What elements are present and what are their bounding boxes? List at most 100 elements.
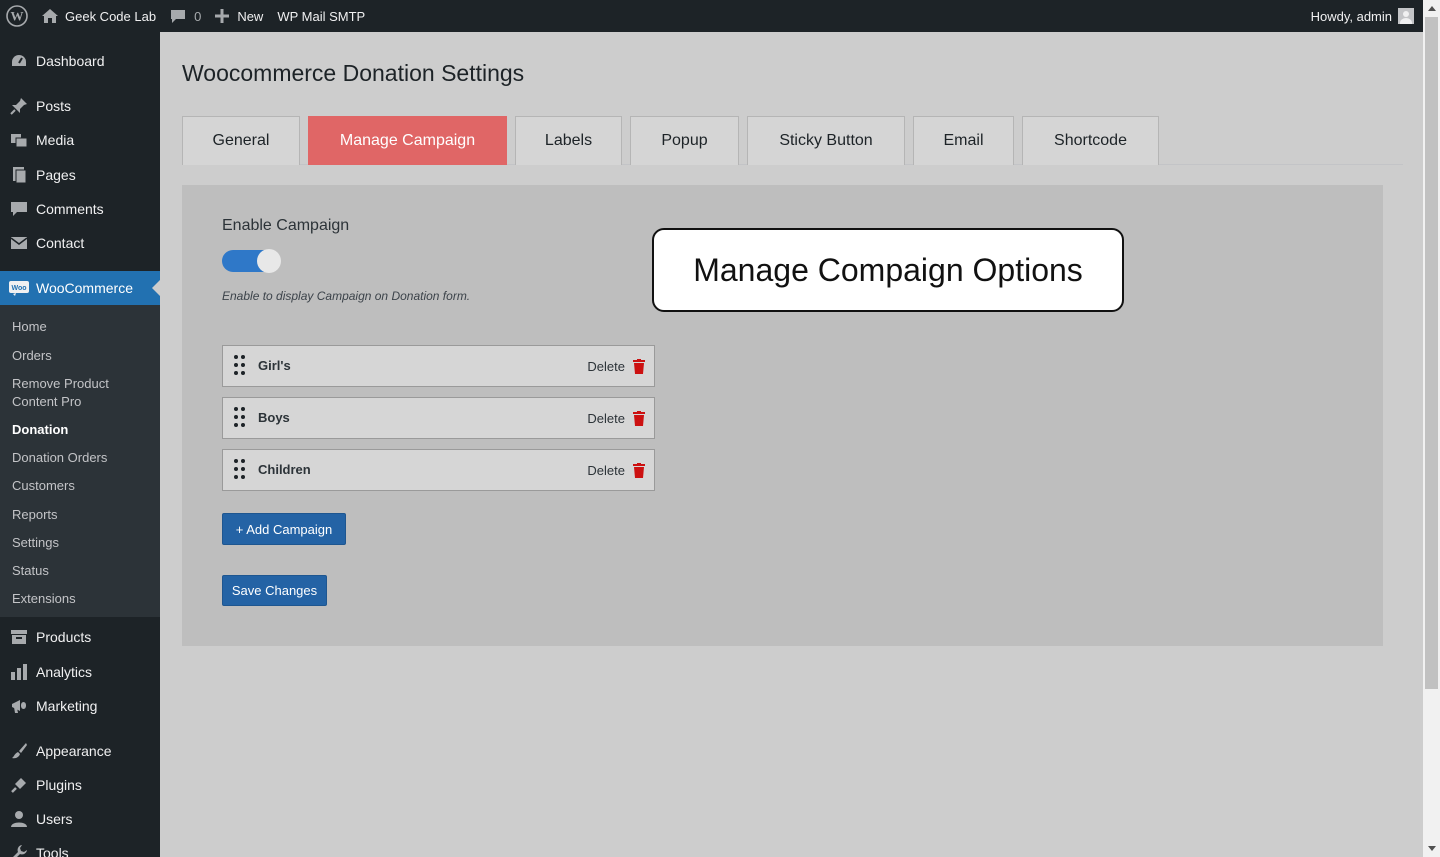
sidebar-item-appearance[interactable]: Appearance <box>0 734 160 768</box>
comment-bubble-icon <box>171 10 186 23</box>
wp-mail-smtp-link[interactable]: WP Mail SMTP <box>270 0 372 32</box>
tab-email[interactable]: Email <box>913 116 1014 165</box>
submenu-item-customers[interactable]: Customers <box>12 477 152 495</box>
campaign-name: Children <box>258 462 311 477</box>
toggle-knob <box>257 249 281 273</box>
sidebar-item-label: Analytics <box>36 664 93 680</box>
submenu-item-donation-orders[interactable]: Donation Orders <box>12 449 152 467</box>
archive-icon <box>9 627 29 647</box>
callout-annotation: Manage Compaign Options <box>652 228 1124 312</box>
tab-sticky-button[interactable]: Sticky Button <box>747 116 905 165</box>
page-scrollbar[interactable] <box>1423 0 1440 857</box>
submenu-item-donation[interactable]: Donation <box>12 421 152 439</box>
save-changes-button[interactable]: Save Changes <box>222 575 327 606</box>
sidebar-item-media[interactable]: Media <box>0 123 160 157</box>
user-icon <box>9 809 29 829</box>
scroll-thumb[interactable] <box>1425 17 1438 689</box>
submenu-item-settings[interactable]: Settings <box>12 534 152 552</box>
sidebar-item-pages[interactable]: Pages <box>0 158 160 192</box>
sidebar-item-label: Tools <box>36 845 69 857</box>
sidebar-item-tools[interactable]: Tools <box>0 836 160 857</box>
sidebar-item-label: WooCommerce <box>36 280 133 296</box>
site-name: Geek Code Lab <box>65 8 157 24</box>
howdy-text: Howdy, admin <box>1310 8 1392 24</box>
submenu-item-home[interactable]: Home <box>12 318 152 336</box>
woocommerce-icon: Woo <box>9 278 29 298</box>
add-campaign-button[interactable]: + Add Campaign <box>222 513 346 545</box>
sidebar-item-marketing[interactable]: Marketing <box>0 689 160 723</box>
sidebar-item-label: Media <box>36 132 75 148</box>
tab-popup[interactable]: Popup <box>630 116 739 165</box>
comments-link[interactable]: 0 <box>163 0 208 32</box>
submenu-item-extensions[interactable]: Extensions <box>12 590 152 608</box>
delete-campaign-button[interactable]: Delete <box>587 460 645 480</box>
submenu-item-orders[interactable]: Orders <box>12 347 152 365</box>
sidebar-item-label: Posts <box>36 98 72 114</box>
campaign-row[interactable]: Girl's Delete <box>222 345 655 387</box>
paintbrush-icon <box>9 741 29 761</box>
svg-text:Woo: Woo <box>11 285 26 292</box>
tab-general[interactable]: General <box>182 116 300 165</box>
delete-campaign-button[interactable]: Delete <box>587 408 645 428</box>
trash-icon <box>633 462 645 478</box>
sidebar-item-label: Marketing <box>36 698 98 714</box>
sidebar-item-label: Appearance <box>36 743 112 759</box>
enable-campaign-label: Enable Campaign <box>222 217 350 234</box>
svg-text:W: W <box>11 9 24 24</box>
campaign-row[interactable]: Boys Delete <box>222 397 655 439</box>
settings-tabs: General Manage Campaign Labels Popup Sti… <box>182 116 1403 165</box>
sidebar-item-contact[interactable]: Contact <box>0 226 160 260</box>
wrench-icon <box>9 843 29 857</box>
drag-handle-icon[interactable] <box>234 459 248 481</box>
sidebar-item-analytics[interactable]: Analytics <box>0 655 160 689</box>
submenu-item-status[interactable]: Status <box>12 562 152 580</box>
smtp-label: WP Mail SMTP <box>277 8 366 24</box>
tab-shortcode[interactable]: Shortcode <box>1022 116 1159 165</box>
delete-label: Delete <box>587 462 625 478</box>
campaign-row[interactable]: Children Delete <box>222 449 655 491</box>
sidebar-item-products[interactable]: Products <box>0 620 160 654</box>
campaign-name: Boys <box>258 410 290 425</box>
submenu-item-reports[interactable]: Reports <box>12 506 152 524</box>
site-name-link[interactable]: Geek Code Lab <box>34 0 163 32</box>
new-content-link[interactable]: New <box>208 0 270 32</box>
comments-count: 0 <box>194 8 202 24</box>
campaign-name: Girl's <box>258 358 291 373</box>
sidebar-item-woocommerce[interactable]: Woo WooCommerce <box>0 271 160 305</box>
wordpress-logo-icon[interactable]: W <box>0 0 34 32</box>
delete-campaign-button[interactable]: Delete <box>587 356 645 376</box>
submenu-item-remove-product-content-pro[interactable]: Remove Product Content Pro <box>12 375 152 411</box>
delete-label: Delete <box>587 410 625 426</box>
pages-icon <box>9 165 29 185</box>
dashboard-icon <box>9 51 29 71</box>
sidebar-item-label: Pages <box>36 167 76 183</box>
scroll-up-icon[interactable] <box>1423 0 1440 17</box>
tab-labels[interactable]: Labels <box>515 116 622 165</box>
sidebar-item-users[interactable]: Users <box>0 802 160 836</box>
sidebar-item-plugins[interactable]: Plugins <box>0 768 160 802</box>
admin-sidebar: Dashboard Posts Media Pages Comments Con… <box>0 32 160 857</box>
comments-icon <box>9 199 29 219</box>
tab-manage-campaign[interactable]: Manage Campaign <box>308 116 507 165</box>
plug-icon <box>9 775 29 795</box>
sidebar-item-label: Plugins <box>36 777 82 793</box>
sidebar-item-comments[interactable]: Comments <box>0 192 160 226</box>
sidebar-item-label: Comments <box>36 201 104 217</box>
sidebar-item-posts[interactable]: Posts <box>0 89 160 123</box>
scroll-down-icon[interactable] <box>1423 840 1440 857</box>
pin-icon <box>9 96 29 116</box>
avatar <box>1398 8 1414 24</box>
plus-icon <box>215 9 230 23</box>
megaphone-icon <box>9 696 29 716</box>
drag-handle-icon[interactable] <box>234 407 248 429</box>
current-menu-arrow <box>152 280 160 296</box>
page-title: Woocommerce Donation Settings <box>182 60 525 86</box>
drag-handle-icon[interactable] <box>234 355 248 377</box>
trash-icon <box>633 358 645 374</box>
sidebar-item-dashboard[interactable]: Dashboard <box>0 44 160 78</box>
admin-bar: W Geek Code Lab 0 New WP Mail SMTP Howdy… <box>0 0 1440 32</box>
sidebar-item-label: Products <box>36 629 92 645</box>
sidebar-item-label: Contact <box>36 235 85 251</box>
enable-campaign-toggle[interactable] <box>222 249 281 273</box>
account-menu[interactable]: Howdy, admin <box>1311 0 1414 32</box>
